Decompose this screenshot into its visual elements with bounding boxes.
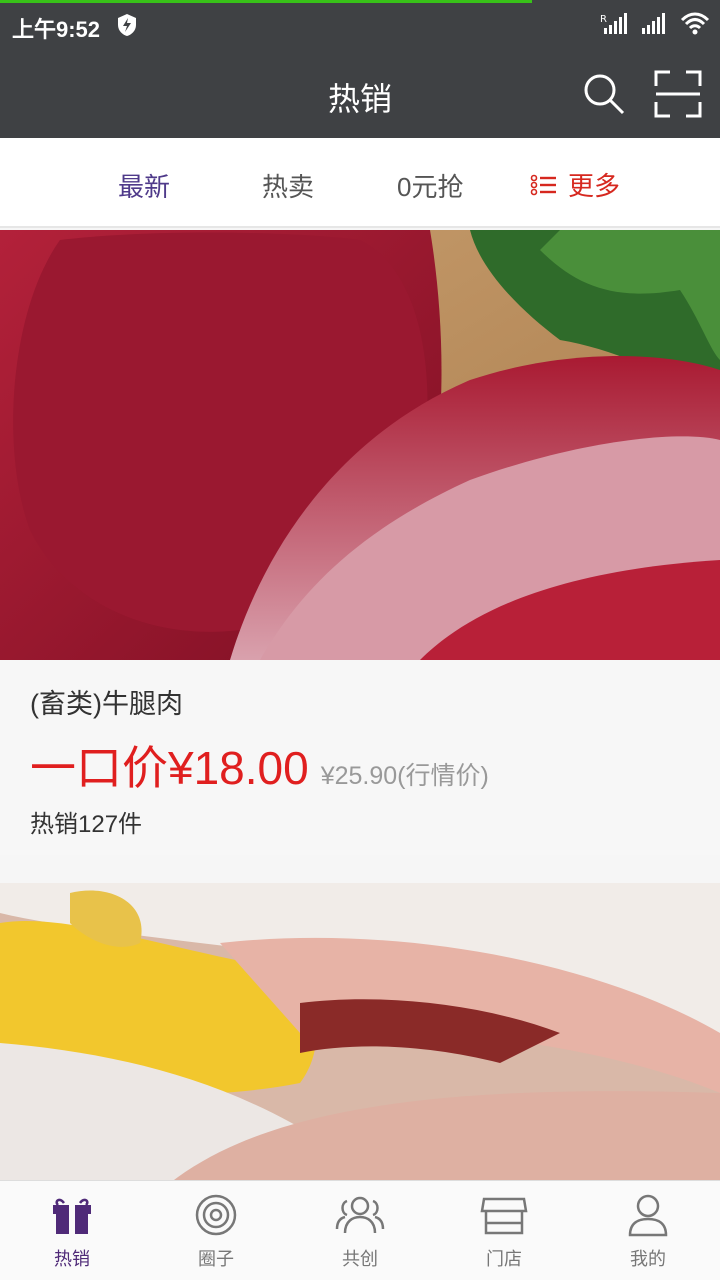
nav-label: 热销 bbox=[54, 1249, 90, 1269]
tab-zero-yuan[interactable]: 0元抢 bbox=[397, 167, 463, 204]
app-header: 热销 bbox=[0, 52, 720, 138]
scan-icon[interactable] bbox=[654, 70, 702, 118]
product-price: 一口价¥18.00 bbox=[30, 742, 309, 794]
bottom-nav: 热销 圈子 共创 门店 我的 bbox=[0, 1180, 720, 1280]
wifi-icon bbox=[680, 12, 710, 35]
tab-more[interactable]: 更多 bbox=[530, 166, 620, 203]
price-row: 一口价¥18.00 ¥25.90(行情价) bbox=[30, 732, 489, 798]
product-name: (畜类)牛腿肉 bbox=[30, 689, 183, 719]
shield-bolt-icon bbox=[118, 14, 136, 36]
nav-label: 共创 bbox=[342, 1249, 378, 1269]
nav-label: 门店 bbox=[486, 1249, 522, 1269]
gift-icon bbox=[53, 1198, 91, 1234]
nav-label: 我的 bbox=[630, 1249, 666, 1269]
store-icon bbox=[480, 1197, 528, 1235]
nav-circle[interactable]: 圈子 bbox=[144, 1181, 288, 1280]
product-card[interactable]: (畜类)牛腿肉 一口价¥18.00 ¥25.90(行情价) 热销127件 bbox=[0, 230, 720, 855]
nav-store[interactable]: 门店 bbox=[432, 1181, 576, 1280]
ring-icon bbox=[195, 1194, 237, 1236]
signal-icon bbox=[642, 13, 665, 34]
status-bar: 上午9:52 R bbox=[0, 0, 720, 52]
product-image-beef[interactable] bbox=[0, 230, 720, 660]
nav-mine[interactable]: 我的 bbox=[576, 1181, 720, 1280]
tab-hot-selling[interactable]: 热卖 bbox=[262, 167, 314, 204]
nav-hot-sale[interactable]: 热销 bbox=[0, 1181, 144, 1280]
product-info: (畜类)牛腿肉 一口价¥18.00 ¥25.90(行情价) 热销127件 bbox=[0, 660, 720, 855]
status-time: 上午9:52 bbox=[12, 17, 101, 42]
search-icon[interactable] bbox=[582, 72, 626, 116]
product-image-chicken[interactable] bbox=[0, 883, 720, 1183]
list-icon bbox=[530, 174, 556, 195]
category-tabs: 最新 热卖 0元抢 更多 bbox=[0, 138, 720, 228]
signal-r-icon: R bbox=[600, 13, 627, 34]
market-price: ¥25.90(行情价) bbox=[320, 762, 489, 790]
page-load-progress bbox=[0, 0, 532, 3]
person-icon bbox=[628, 1194, 668, 1237]
sold-count: 热销127件 bbox=[30, 811, 143, 838]
tab-newest[interactable]: 最新 bbox=[118, 167, 170, 204]
product-card[interactable] bbox=[0, 883, 720, 1183]
svg-text:R: R bbox=[600, 14, 607, 25]
nav-co-create[interactable]: 共创 bbox=[288, 1181, 432, 1280]
people-icon bbox=[335, 1196, 385, 1234]
nav-label: 圈子 bbox=[198, 1249, 234, 1269]
tab-more-label: 更多 bbox=[568, 171, 621, 201]
